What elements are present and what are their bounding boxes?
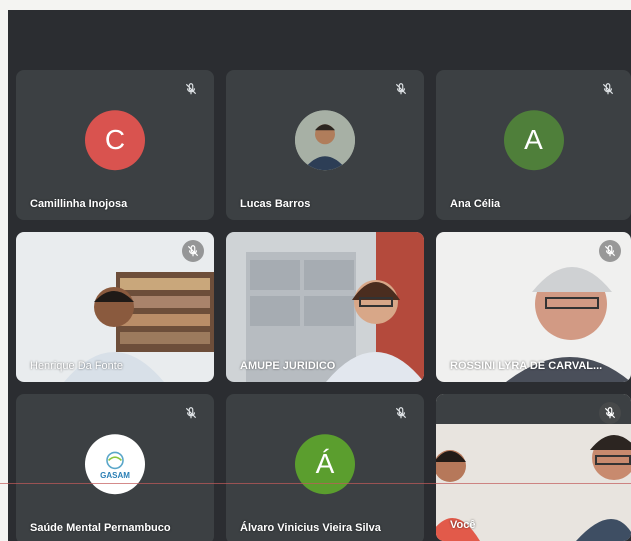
participant-name: AMUPE JURIDICO bbox=[240, 360, 336, 372]
gasam-logo: GASAM bbox=[85, 434, 145, 495]
participant-tile-camillinha[interactable]: C Camillinha Inojosa bbox=[16, 70, 214, 220]
participant-name: Ana Célia bbox=[450, 198, 501, 210]
meeting-grid: C Camillinha Inojosa Lucas Barros A Ana … bbox=[8, 10, 631, 541]
avatar: C bbox=[85, 110, 145, 171]
mic-muted-icon bbox=[392, 404, 410, 422]
mic-muted-icon bbox=[182, 80, 200, 98]
mic-muted-icon bbox=[599, 402, 621, 424]
mic-muted-icon bbox=[392, 80, 410, 98]
participant-name: Lucas Barros bbox=[240, 198, 311, 210]
mic-muted-icon bbox=[599, 240, 621, 262]
mic-muted-icon bbox=[182, 404, 200, 422]
participant-tile-henrique[interactable]: Henrique Da Fonte bbox=[16, 232, 214, 382]
mic-muted-icon bbox=[599, 80, 617, 98]
participant-tile-lucas[interactable]: Lucas Barros bbox=[226, 70, 424, 220]
participant-name: ROSSINI LYRA DE CARVAL... bbox=[450, 360, 603, 372]
avatar: A bbox=[503, 110, 564, 171]
participant-tile-alvaro[interactable]: Á Álvaro Vinicius Vieira Silva bbox=[226, 394, 424, 541]
scan-line bbox=[0, 483, 631, 484]
participant-name: Álvaro Vinicius Vieira Silva bbox=[240, 522, 381, 534]
participant-name: Camillinha Inojosa bbox=[30, 198, 128, 210]
participant-tile-ana[interactable]: A Ana Célia bbox=[436, 70, 631, 220]
participant-tile-amupe[interactable]: AMUPE JURIDICO bbox=[226, 232, 424, 382]
avatar: Á bbox=[295, 434, 355, 495]
avatar-initial: C bbox=[104, 124, 126, 156]
participant-tile-saude-mental[interactable]: GASAM Saúde Mental Pernambuco bbox=[16, 394, 214, 541]
participant-name: Saúde Mental Pernambuco bbox=[30, 522, 171, 534]
participant-name: Henrique Da Fonte bbox=[30, 360, 123, 372]
avatar-initial: A bbox=[524, 124, 543, 156]
avatar-photo bbox=[295, 110, 355, 171]
participant-name: Você bbox=[450, 519, 476, 531]
mic-muted-icon bbox=[182, 240, 204, 262]
avatar-initial: Á bbox=[315, 448, 335, 480]
logo-text: GASAM bbox=[100, 470, 130, 480]
participant-tile-rossini[interactable]: ROSSINI LYRA DE CARVAL... bbox=[436, 232, 631, 382]
participant-tile-self[interactable]: Você bbox=[436, 394, 631, 541]
